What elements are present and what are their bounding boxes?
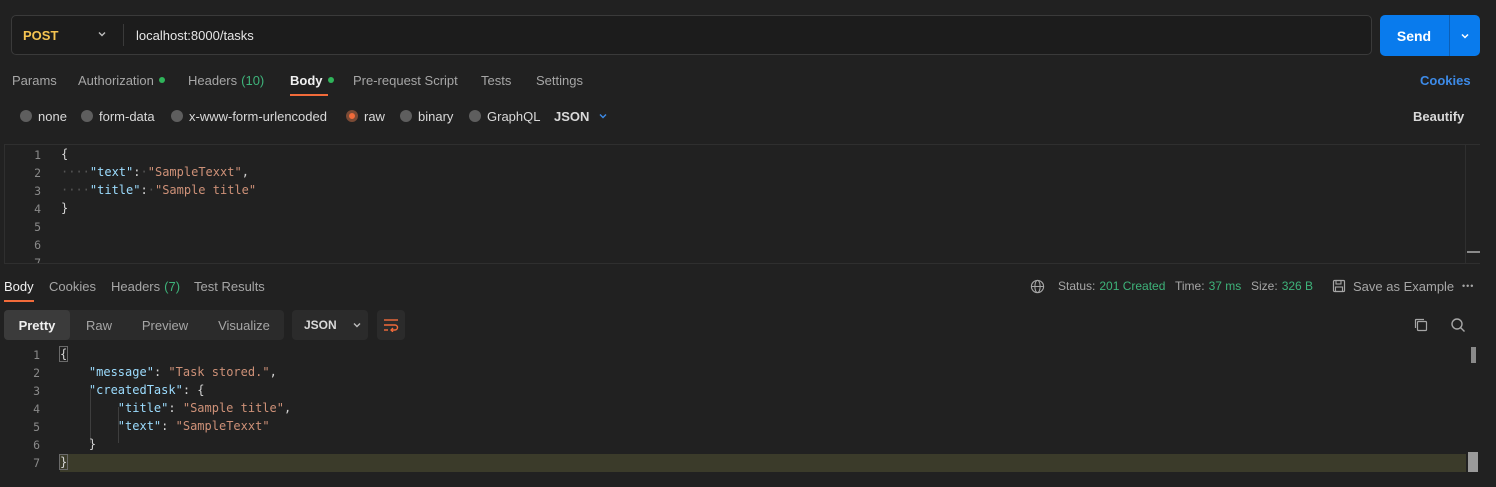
line-number: 4 [34,202,41,216]
tab-settings[interactable]: Settings [536,70,583,90]
current-line-highlight [60,454,1466,472]
line-number: 4 [33,402,40,416]
line-number: 1 [33,348,40,362]
code-line: ····"title":·"Sample title" [61,183,257,197]
wrap-lines-button[interactable] [377,310,405,340]
send-button[interactable]: Send [1380,15,1480,56]
code-line: "text": "SampleTexxt" [117,419,270,433]
code-line: "createdTask": { [88,383,205,397]
size-info: Size: 326 B [1251,279,1314,293]
tab-params[interactable]: Params [12,70,57,90]
response-format-select[interactable]: JSON [292,310,368,340]
line-number: 2 [34,166,41,180]
code-line: } [58,454,69,470]
tab-headers[interactable]: Headers (10) [188,70,264,90]
time-value: 37 ms [1208,279,1242,293]
send-label: Send [1396,27,1432,44]
line-number: 5 [33,420,40,434]
save-as-example-button[interactable]: Save as Example [1332,278,1454,294]
view-mode-switch: Pretty Raw Preview Visualize [4,310,284,340]
view-visualize[interactable]: Visualize [208,310,280,340]
line-number: 3 [34,184,41,198]
body-format-select[interactable]: JSON [554,108,609,124]
response-tab-cookies[interactable]: Cookies [49,277,96,295]
active-response-tab-indicator [4,300,34,302]
url-input[interactable]: localhost:8000/tasks [136,16,254,54]
line-number: 7 [34,256,41,264]
radio-icon [81,110,93,122]
view-raw[interactable]: Raw [76,310,122,340]
tab-tests[interactable]: Tests [481,70,511,90]
search-icon[interactable] [1450,317,1466,336]
response-scrollbar-marker[interactable] [1468,452,1478,472]
tab-body[interactable]: Body [290,70,334,90]
line-number: 3 [33,384,40,398]
radio-binary[interactable]: binary [400,108,453,124]
status-dot [327,77,334,83]
url-divider [123,24,124,46]
tab-authorization[interactable]: Authorization [78,70,165,90]
method-select[interactable]: POST [12,16,124,54]
status-dot [158,77,165,83]
line-number: 7 [33,456,40,470]
save-icon [1332,279,1346,293]
send-dropdown[interactable] [1450,15,1480,56]
globe-icon[interactable] [1030,278,1045,294]
radio-icon [171,110,183,122]
chevron-down-icon [1461,33,1469,39]
response-tab-test-results[interactable]: Test Results [194,277,265,295]
line-number: 1 [34,148,41,162]
time-info: Time: 37 ms [1175,279,1242,293]
beautify-link[interactable]: Beautify [1413,108,1464,124]
url-bar: POST localhost:8000/tasks [11,15,1372,55]
editor-scrollbar[interactable] [1465,144,1481,264]
code-line: } [61,201,69,215]
wrap-lines-icon [384,319,399,332]
chevron-down-icon [599,114,607,119]
code-line: { [58,346,69,362]
code-line: "title": "Sample title", [117,401,292,415]
response-scrollbar-thumb[interactable] [1471,347,1476,363]
radio-icon [400,110,412,122]
response-body-viewer[interactable]: 1 2 3 4 5 6 7 { "message": "Task stored.… [4,345,1466,487]
request-body-editor[interactable]: 1 2 3 4 5 6 7 { ····"text":·"SampleTexxt… [4,144,1480,264]
code-line: { [61,147,69,161]
code-line: "message": "Task stored.", [88,365,277,379]
response-tab-headers[interactable]: Headers (7) [111,277,180,295]
indent-guide [90,389,91,443]
radio-urlencoded[interactable]: x-www-form-urlencoded [171,108,327,124]
code-line: ····"text":·"SampleTexxt", [61,165,249,179]
globe-icon-svg [1030,279,1045,293]
copy-icon[interactable] [1413,317,1429,336]
radio-selected-icon [346,110,358,122]
line-number: 5 [34,220,41,234]
radio-icon [20,110,32,122]
chevron-down-icon [98,32,106,37]
size-value: 326 B [1281,279,1314,293]
radio-raw[interactable]: raw [346,108,385,124]
method-label: POST [23,27,59,43]
view-pretty[interactable]: Pretty [4,310,70,340]
radio-icon [469,110,481,122]
response-tab-body[interactable]: Body [4,277,34,295]
line-number: 2 [33,366,40,380]
chevron-down-icon [353,323,361,328]
code-line: } [60,437,97,451]
radio-form-data[interactable]: form-data [81,108,155,124]
radio-graphql[interactable]: GraphQL [469,108,540,124]
more-options-icon[interactable]: ••• [1462,278,1474,294]
line-number: 6 [34,238,41,252]
line-number: 6 [33,438,40,452]
cookies-link[interactable]: Cookies [1420,70,1471,90]
view-preview[interactable]: Preview [130,310,200,340]
radio-none[interactable]: none [20,108,67,124]
status-info: Status: 201 Created [1058,279,1166,293]
tab-pre-request-script[interactable]: Pre-request Script [353,70,458,90]
status-value: 201 Created [1099,279,1166,293]
active-tab-indicator [290,94,328,96]
